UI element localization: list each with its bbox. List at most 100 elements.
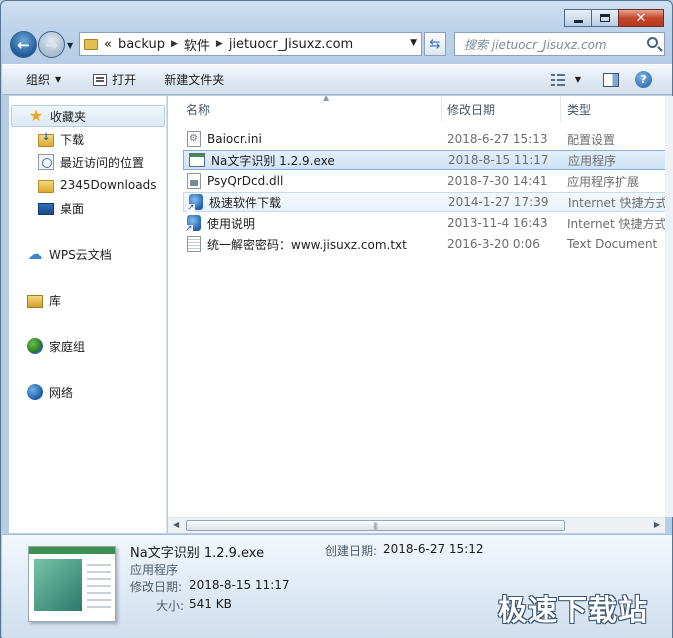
horizontal-scrollbar[interactable]: ◀ ||| ▶ xyxy=(168,517,665,533)
file-thumbnail xyxy=(28,546,116,622)
forward-arrow-icon: → xyxy=(45,35,58,54)
sidebar-item-desktop[interactable]: 桌面 xyxy=(9,197,165,219)
breadcrumb-separator-icon[interactable]: ▶ xyxy=(171,39,178,49)
file-name: 使用说明 xyxy=(207,216,256,231)
sidebar-item-recent-places[interactable]: 最近访问的位置 xyxy=(9,151,165,173)
refresh-icon: ⇆ xyxy=(429,36,441,52)
sidebar-item-2345downloads[interactable]: 2345Downloads xyxy=(9,174,165,196)
scroll-left-icon[interactable]: ◀ xyxy=(173,520,179,529)
sidebar-item-label: 网络 xyxy=(49,385,74,400)
refresh-button[interactable]: ⇆ xyxy=(424,32,446,56)
sidebar-item-homegroup[interactable]: 家庭组 xyxy=(9,335,165,357)
file-row[interactable]: 使用说明 2013-11-4 16:43 Internet 快捷方式 xyxy=(182,213,665,234)
desktop-icon xyxy=(38,203,54,215)
file-type: 应用程序扩展 xyxy=(567,174,640,189)
file-date: 2018-7-30 14:41 xyxy=(447,174,548,188)
back-arrow-icon: ← xyxy=(17,35,30,54)
details-file-type: 应用程序 xyxy=(130,563,179,577)
breadcrumb-separator-icon[interactable]: ▶ xyxy=(216,39,223,49)
site-watermark: 极速下载站 xyxy=(498,593,649,627)
back-button[interactable]: ← xyxy=(10,31,37,58)
recent-pages-dropdown[interactable]: ▼ xyxy=(67,41,73,50)
maximize-icon xyxy=(600,14,610,22)
minimize-icon xyxy=(573,19,583,23)
network-icon xyxy=(27,384,43,400)
minimize-button[interactable] xyxy=(564,9,592,27)
details-size-value: 541 KB xyxy=(189,597,232,611)
sidebar-item-label: 家庭组 xyxy=(49,339,86,354)
file-date: 2014-1-27 17:39 xyxy=(448,195,549,209)
column-divider[interactable] xyxy=(441,96,442,122)
details-created-label: 创建日期: xyxy=(325,544,378,558)
forward-button[interactable]: → xyxy=(38,31,65,58)
file-row[interactable]: Baiocr.ini 2018-6-27 15:13 配置设置 xyxy=(182,129,665,149)
sidebar-item-label: 2345Downloads xyxy=(60,178,157,192)
file-name-cell: 统一解密密码：www.jisuxz.com.txt xyxy=(187,236,407,253)
homegroup-icon xyxy=(27,338,43,354)
sidebar-item-label: 下载 xyxy=(60,132,85,147)
sidebar-item-wps-cloud[interactable]: ☁ WPS云文档 xyxy=(9,243,165,265)
column-header-name[interactable]: 名称 ▲ xyxy=(186,96,441,122)
shortcut-icon xyxy=(187,194,203,213)
file-type: 配置设置 xyxy=(567,132,616,147)
file-name: Na文字识别 1.2.9.exe xyxy=(211,153,335,168)
column-divider[interactable] xyxy=(560,96,561,122)
breadcrumb-overflow[interactable]: « xyxy=(104,37,112,52)
ini-file-icon xyxy=(187,131,201,147)
preview-pane-icon[interactable] xyxy=(603,72,619,87)
sidebar-item-label: 库 xyxy=(49,293,62,308)
organize-button[interactable]: 组织 ▼ xyxy=(2,65,70,94)
file-name: Baiocr.ini xyxy=(207,132,262,146)
file-type: Internet 快捷方式 xyxy=(568,195,665,210)
help-icon[interactable]: ? xyxy=(635,71,652,88)
sort-ascending-icon: ▲ xyxy=(323,96,330,102)
column-header-date[interactable]: 修改日期 xyxy=(447,96,561,122)
details-modified-value: 2018-8-15 11:17 xyxy=(189,578,290,592)
cloud-icon: ☁ xyxy=(27,245,43,263)
file-row-hovered[interactable]: 极速软件下载 2014-1-27 17:39 Internet 快捷方式 xyxy=(183,192,665,213)
sidebar-item-network[interactable]: 网络 xyxy=(9,381,165,403)
file-row[interactable]: 统一解密密码：www.jisuxz.com.txt 2016-3-20 0:06… xyxy=(182,234,665,254)
file-name-cell: Baiocr.ini xyxy=(187,131,262,147)
breadcrumb-software[interactable]: 软件 xyxy=(178,35,216,54)
details-size-label: 大小: xyxy=(156,599,185,613)
details-file-name: Na文字识别 1.2.9.exe xyxy=(130,546,265,561)
column-header-type[interactable]: 类型 xyxy=(567,96,665,122)
grip-icon: ||| xyxy=(373,522,378,530)
file-name-cell: Na文字识别 1.2.9.exe xyxy=(189,152,335,169)
search-icon[interactable] xyxy=(647,37,658,48)
open-button[interactable]: 打开 xyxy=(84,65,145,94)
vertical-scrollbar[interactable] xyxy=(665,96,673,517)
search-placeholder: 搜索 jietuocr_Jisuxz.com xyxy=(464,37,607,52)
file-row[interactable]: PsyQrDcd.dll 2018-7-30 14:41 应用程序扩展 xyxy=(182,171,665,191)
change-view-button[interactable]: ▼ ? xyxy=(550,71,672,88)
address-dropdown-icon[interactable]: ▼ xyxy=(410,38,417,48)
new-folder-label: 新建文件夹 xyxy=(164,73,225,87)
exe-file-icon xyxy=(189,153,205,167)
sidebar-item-favorites[interactable]: ★ 收藏夹 xyxy=(11,105,165,127)
sidebar-item-label: 桌面 xyxy=(60,201,85,216)
sidebar-item-label: 最近访问的位置 xyxy=(60,155,145,170)
file-date: 2013-11-4 16:43 xyxy=(447,216,548,230)
caption-buttons: ✕ xyxy=(564,9,664,27)
close-button[interactable]: ✕ xyxy=(618,9,664,27)
breadcrumb-current-folder[interactable]: jietuocr_Jisuxz.com xyxy=(223,37,359,52)
file-name: 统一解密密码：www.jisuxz.com.txt xyxy=(207,237,407,252)
sidebar-item-label: 收藏夹 xyxy=(50,109,87,124)
command-bar: 组织 ▼ 打开 新建文件夹 ▼ ? xyxy=(2,64,672,95)
sidebar-item-downloads[interactable]: 下载 xyxy=(9,128,165,150)
file-row-selected[interactable]: Na文字识别 1.2.9.exe 2018-8-15 11:17 应用程序 xyxy=(183,150,665,170)
address-bar[interactable]: « backup ▶ 软件 ▶ jietuocr_Jisuxz.com ▼ xyxy=(79,32,422,56)
maximize-button[interactable] xyxy=(591,9,619,27)
breadcrumb-backup[interactable]: backup xyxy=(112,37,171,52)
star-icon: ★ xyxy=(28,106,44,125)
new-folder-button[interactable]: 新建文件夹 xyxy=(155,65,233,94)
file-name-cell: 极速软件下载 xyxy=(187,194,281,213)
sidebar-item-libraries[interactable]: 库 xyxy=(9,289,165,311)
file-name: PsyQrDcd.dll xyxy=(207,174,284,188)
scrollbar-thumb[interactable]: ||| xyxy=(186,520,565,531)
search-input[interactable]: 搜索 jietuocr_Jisuxz.com xyxy=(454,32,665,56)
scroll-right-icon[interactable]: ▶ xyxy=(654,520,660,529)
file-date: 2018-8-15 11:17 xyxy=(448,153,549,167)
file-name-cell: 使用说明 xyxy=(185,215,256,234)
